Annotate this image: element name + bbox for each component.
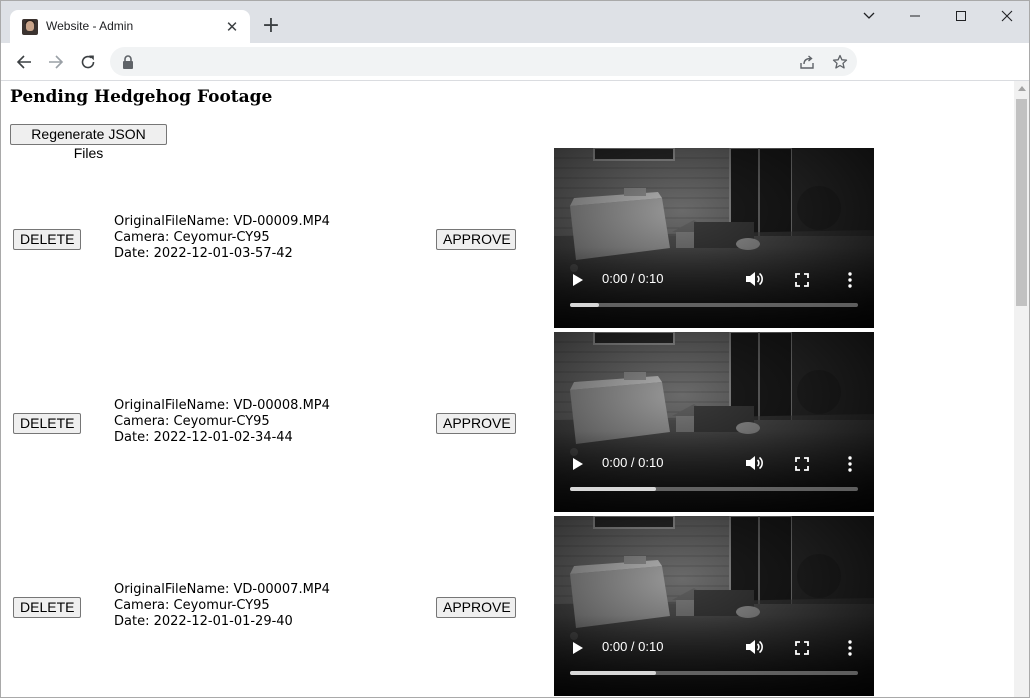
close-window-button[interactable] <box>984 1 1029 31</box>
capture-date: Date: 2022-12-01-02-34-44 <box>114 430 293 445</box>
page-scrollbar[interactable] <box>1014 81 1029 697</box>
camera-name: Camera: Ceyomur-CY95 <box>114 598 270 613</box>
play-icon[interactable] <box>568 270 588 290</box>
video-buffered-fill <box>570 487 657 491</box>
tab-close-icon[interactable]: ✕ <box>222 17 242 37</box>
reload-icon <box>81 55 95 69</box>
browser-window: Website - Admin ✕ + Pending Hedgehog Foo… <box>0 0 1030 698</box>
chevron-down-icon <box>863 12 875 19</box>
video-controls: 0:00 / 0:10 <box>554 332 874 512</box>
play-icon[interactable] <box>568 638 588 658</box>
back-button[interactable] <box>11 49 37 75</box>
video-time: 0:00 / 0:10 <box>602 455 664 470</box>
new-tab-button[interactable]: + <box>259 14 283 38</box>
fullscreen-icon[interactable] <box>792 638 812 658</box>
video-player[interactable]: 0:00 / 0:10 <box>554 148 874 328</box>
video-controls: 0:00 / 0:10 <box>554 148 874 328</box>
volume-icon[interactable] <box>744 637 764 657</box>
minimize-button[interactable] <box>892 1 938 31</box>
reload-button[interactable] <box>75 49 101 75</box>
camera-name: Camera: Ceyomur-CY95 <box>114 414 270 429</box>
scroll-thumb[interactable] <box>1016 99 1027 306</box>
star-icon[interactable] <box>830 52 850 72</box>
more-options-icon[interactable] <box>840 638 860 658</box>
video-progress-bar[interactable] <box>570 303 858 307</box>
approve-button[interactable]: APPROVE <box>436 597 516 618</box>
tab-search-button[interactable] <box>846 1 892 31</box>
forward-arrow-icon <box>49 55 64 69</box>
footage-metadata: OriginalFileName: VD-00008.MP4 Camera: C… <box>114 398 330 446</box>
more-options-icon[interactable] <box>840 454 860 474</box>
scroll-up-arrow-icon[interactable] <box>1018 86 1026 91</box>
footage-row: DELETE OriginalFileName: VD-00008.MP4 Ca… <box>1 332 1014 516</box>
lock-icon[interactable] <box>118 52 138 72</box>
delete-button[interactable]: DELETE <box>13 597 81 618</box>
volume-icon[interactable] <box>744 269 764 289</box>
video-progress-bar[interactable] <box>570 487 858 491</box>
footage-row: DELETE OriginalFileName: VD-00009.MP4 Ca… <box>1 148 1014 332</box>
video-buffered-fill <box>570 671 657 675</box>
maximize-button[interactable] <box>938 1 984 31</box>
video-progress-bar[interactable] <box>570 671 858 675</box>
browser-toolbar <box>1 43 1029 81</box>
camera-name: Camera: Ceyomur-CY95 <box>114 230 270 245</box>
fullscreen-icon[interactable] <box>792 454 812 474</box>
play-icon[interactable] <box>568 454 588 474</box>
video-controls: 0:00 / 0:10 <box>554 516 874 696</box>
tab-strip: Website - Admin ✕ + <box>1 1 1029 44</box>
delete-button[interactable]: DELETE <box>13 229 81 250</box>
footage-row: DELETE OriginalFileName: VD-00007.MP4 Ca… <box>1 516 1014 697</box>
minimize-icon <box>910 15 920 17</box>
video-player[interactable]: 0:00 / 0:10 <box>554 516 874 696</box>
share-icon[interactable] <box>797 52 817 72</box>
more-options-icon[interactable] <box>840 270 860 290</box>
video-time: 0:00 / 0:10 <box>602 271 664 286</box>
video-time: 0:00 / 0:10 <box>602 639 664 654</box>
original-filename: OriginalFileName: VD-00007.MP4 <box>114 582 330 597</box>
page-title: Pending Hedgehog Footage <box>10 87 273 107</box>
regenerate-json-button[interactable]: Regenerate JSON Files <box>10 124 167 161</box>
volume-icon[interactable] <box>744 453 764 473</box>
tab-website-admin[interactable]: Website - Admin ✕ <box>10 10 250 44</box>
capture-date: Date: 2022-12-01-01-29-40 <box>114 614 293 629</box>
close-icon <box>1001 10 1013 22</box>
video-player[interactable]: 0:00 / 0:10 <box>554 332 874 512</box>
fullscreen-icon[interactable] <box>792 270 812 290</box>
footage-metadata: OriginalFileName: VD-00007.MP4 Camera: C… <box>114 582 330 630</box>
approve-button[interactable]: APPROVE <box>436 413 516 434</box>
original-filename: OriginalFileName: VD-00009.MP4 <box>114 214 330 229</box>
page-content: Pending Hedgehog Footage Regenerate JSON… <box>1 81 1014 697</box>
original-filename: OriginalFileName: VD-00008.MP4 <box>114 398 330 413</box>
delete-button[interactable]: DELETE <box>13 413 81 434</box>
back-arrow-icon <box>16 55 31 69</box>
address-bar[interactable] <box>110 47 857 76</box>
approve-button[interactable]: APPROVE <box>436 229 516 250</box>
video-buffered-fill <box>570 303 599 307</box>
footage-metadata: OriginalFileName: VD-00009.MP4 Camera: C… <box>114 214 330 262</box>
tab-title: Website - Admin <box>46 19 134 33</box>
capture-date: Date: 2022-12-01-03-57-42 <box>114 246 293 261</box>
favicon-icon <box>22 19 38 35</box>
forward-button[interactable] <box>43 49 69 75</box>
maximize-icon <box>956 11 966 21</box>
